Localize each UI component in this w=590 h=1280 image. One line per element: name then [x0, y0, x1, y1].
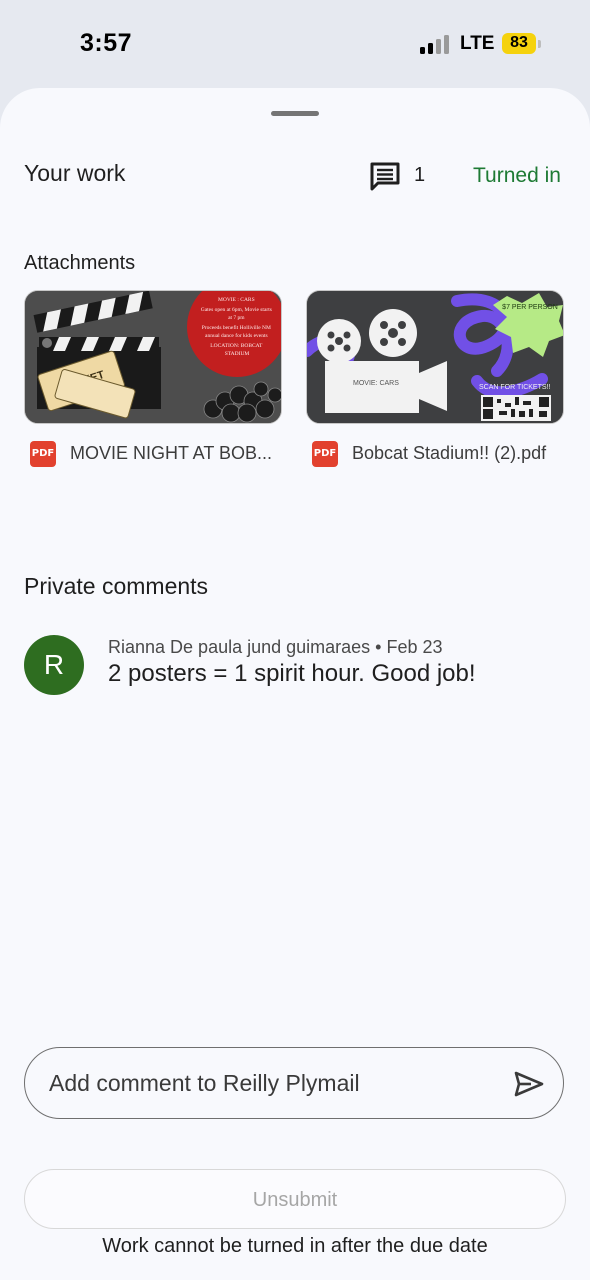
your-work-title: Your work [24, 160, 126, 186]
battery-cap [538, 40, 541, 48]
attachment-file-name: Bobcat Stadium!! (2).pdf [352, 443, 547, 463]
due-date-note: Work cannot be turned in after the due d… [102, 1235, 488, 1257]
attachment-card[interactable]: TICKET MOVIE : CARS Gates open at 6pm, M… [24, 290, 282, 467]
attachments-title: Attachments [24, 252, 136, 274]
comment-text: 2 posters = 1 spirit hour. Good job! [108, 660, 476, 687]
status-time: 3:57 [80, 29, 133, 57]
comment-author-date: Rianna De paula jund guimaraes • Feb 23 [108, 637, 443, 657]
avatar: R [24, 635, 84, 695]
attachment-file-name: MOVIE NIGHT AT BOB... [70, 443, 273, 463]
your-work-sheet: Your work 1 Turned in Attachments MOVIE … [0, 88, 590, 1280]
comments-icon[interactable] [369, 160, 401, 192]
attachment-thumbnail[interactable]: TICKET MOVIE : CARS Gates open at 6pm, M… [24, 290, 282, 424]
comment-input-box[interactable] [24, 1047, 564, 1119]
battery-icon: 83 [502, 33, 536, 54]
attachment-thumbnail[interactable]: $7 PER PERSON MOVIE: CARS SCAN FOR TICKE… [306, 290, 564, 424]
pdf-icon: PDF [312, 441, 338, 467]
scan-text: SCAN FOR TICKETS!! [479, 384, 550, 391]
price-text: $7 PER PERSON [502, 304, 558, 311]
unsubmit-button[interactable]: Unsubmit [24, 1169, 566, 1229]
private-comments-title: Private comments [24, 573, 209, 599]
movie-title-text: MOVIE: CARS [353, 380, 399, 387]
pdf-icon: PDF [30, 441, 56, 467]
send-icon[interactable] [513, 1070, 545, 1098]
attachment-file-row[interactable]: PDF MOVIE NIGHT AT BOB... [30, 440, 290, 468]
attachment-file-row[interactable]: PDF Bobcat Stadium!! (2).pdf [312, 440, 572, 468]
drag-handle[interactable] [271, 111, 319, 116]
turned-in-status: Turned in [473, 164, 561, 187]
cellular-signal-icon [420, 34, 450, 54]
network-type: LTE [460, 33, 495, 54]
comment-count[interactable]: 1 [414, 164, 425, 187]
qr-code-icon [481, 395, 551, 421]
battery-level: 83 [510, 34, 528, 51]
status-bar: 3:57 LTE 83 [0, 0, 590, 88]
comment-input[interactable] [47, 1062, 491, 1104]
attachment-card[interactable]: $7 PER PERSON MOVIE: CARS SCAN FOR TICKE… [306, 290, 564, 467]
